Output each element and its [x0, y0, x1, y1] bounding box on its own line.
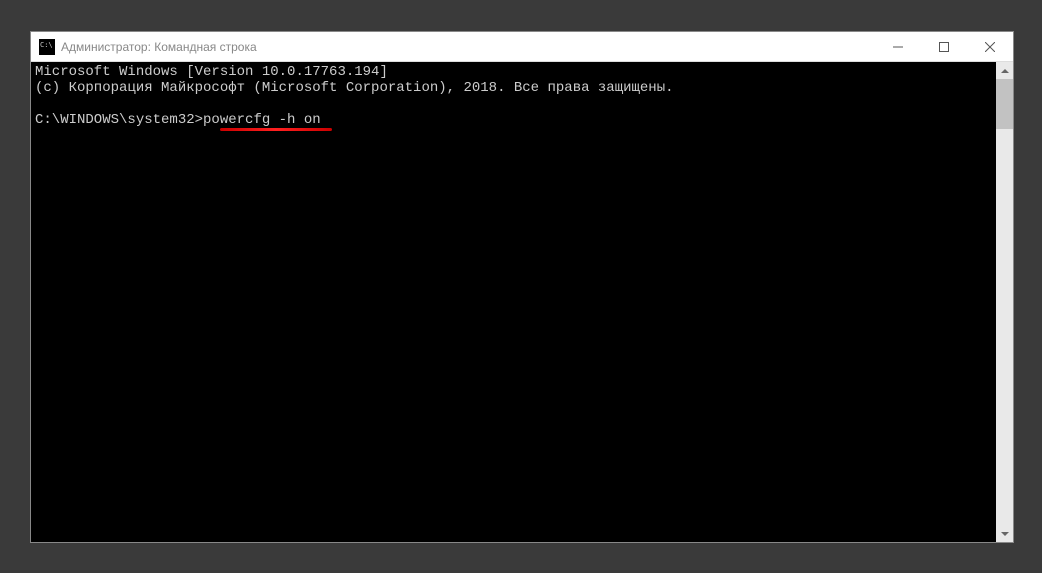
cmd-icon: [39, 39, 55, 55]
console-prompt: C:\WINDOWS\system32>: [35, 112, 203, 128]
close-button[interactable]: [967, 32, 1013, 61]
command-prompt-window: Администратор: Командная строка Microsof…: [30, 31, 1014, 543]
window-title: Администратор: Командная строка: [61, 40, 257, 54]
maximize-button[interactable]: [921, 32, 967, 61]
console-area: Microsoft Windows [Version 10.0.17763.19…: [31, 62, 1013, 542]
titlebar-left: Администратор: Командная строка: [31, 39, 257, 55]
minimize-button[interactable]: [875, 32, 921, 61]
window-controls: [875, 32, 1013, 61]
console-command: powercfg -h on: [203, 112, 321, 128]
console-content[interactable]: Microsoft Windows [Version 10.0.17763.19…: [31, 62, 996, 542]
console-line: Microsoft Windows [Version 10.0.17763.19…: [35, 64, 388, 80]
scroll-down-button[interactable]: [996, 525, 1013, 542]
scroll-track[interactable]: [996, 79, 1013, 525]
annotation-underline: [220, 128, 332, 131]
scroll-up-button[interactable]: [996, 62, 1013, 79]
console-line: (c) Корпорация Майкрософт (Microsoft Cor…: [35, 80, 674, 96]
titlebar[interactable]: Администратор: Командная строка: [31, 32, 1013, 62]
scrollbar-vertical[interactable]: [996, 62, 1013, 542]
scroll-thumb[interactable]: [996, 79, 1013, 129]
